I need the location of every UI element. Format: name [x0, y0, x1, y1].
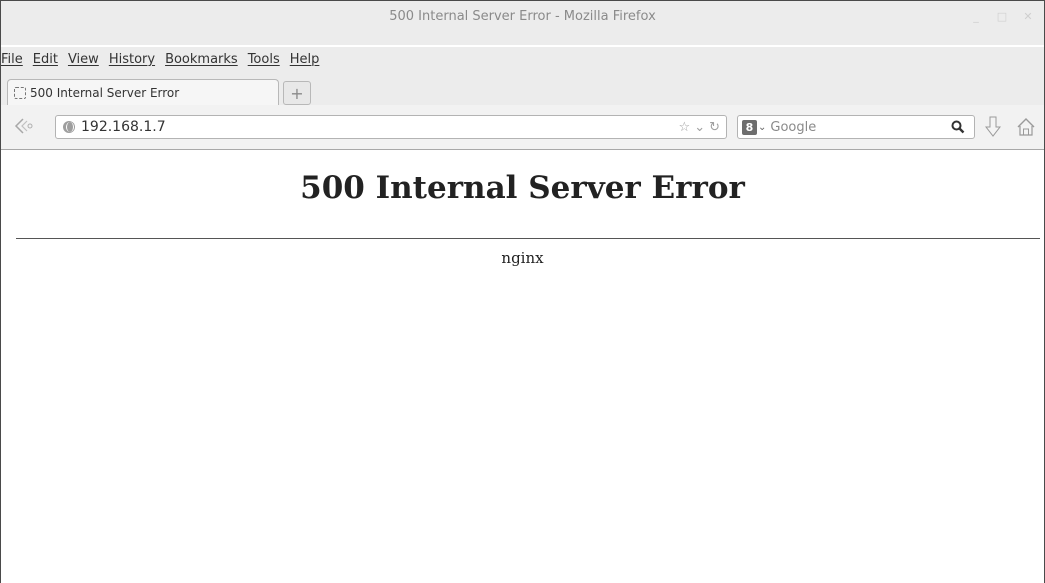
horizontal-rule [16, 238, 1040, 239]
menu-tools[interactable]: Tools [248, 52, 286, 67]
home-button[interactable] [1013, 115, 1039, 139]
minimize-button[interactable]: _ [970, 10, 982, 23]
tab-500-internal-server-error[interactable]: 500 Internal Server Error [7, 79, 279, 106]
page-title: 500 Internal Server Error [300, 170, 745, 206]
search-engine-icon[interactable]: 8 [742, 119, 757, 135]
tab-strip: 500 Internal Server Error + [1, 71, 1044, 106]
back-arrow-icon [14, 118, 33, 134]
menu-bar: File Edit View History Bookmarks Tools H… [1, 47, 1044, 71]
new-tab-button[interactable]: + [283, 81, 311, 105]
url-bar-icons: ☆ ⌄ ↻ [679, 120, 726, 135]
magnifier-icon [951, 120, 965, 134]
menu-help[interactable]: Help [290, 52, 326, 67]
server-name: nginx [501, 249, 544, 267]
close-button[interactable]: ✕ [1022, 10, 1034, 23]
downloads-button[interactable] [981, 115, 1005, 139]
plus-icon: + [290, 83, 304, 103]
title-bar: 500 Internal Server Error - Mozilla Fire… [1, 1, 1044, 45]
browser-window: 500 Internal Server Error - Mozilla Fire… [0, 0, 1045, 583]
download-arrow-icon [985, 116, 1001, 137]
blank-page-icon [14, 87, 26, 99]
bookmark-star-icon[interactable]: ☆ [679, 120, 691, 135]
menu-file[interactable]: File [1, 52, 29, 67]
menu-bookmarks[interactable]: Bookmarks [165, 52, 244, 67]
menu-view[interactable]: View [68, 52, 105, 67]
back-button[interactable] [7, 115, 41, 137]
tab-label: 500 Internal Server Error [30, 86, 180, 100]
search-bar[interactable]: 8 ⌄ Google [737, 115, 975, 139]
url-bar[interactable]: 192.168.1.7 ☆ ⌄ ↻ [55, 115, 727, 139]
menu-history[interactable]: History [109, 52, 161, 67]
url-input[interactable]: 192.168.1.7 [81, 119, 679, 135]
home-icon [1017, 118, 1035, 136]
chevron-down-icon[interactable]: ⌄ [758, 122, 766, 133]
window-controls: _ □ ✕ [970, 10, 1034, 23]
chevron-down-icon[interactable]: ⌄ [694, 120, 705, 135]
reload-icon[interactable]: ↻ [709, 120, 720, 135]
navigation-bar: 192.168.1.7 ☆ ⌄ ↻ 8 ⌄ Google [1, 105, 1044, 150]
search-button[interactable] [950, 119, 966, 135]
menu-edit[interactable]: Edit [33, 52, 64, 67]
globe-icon [63, 121, 75, 133]
window-title: 500 Internal Server Error - Mozilla Fire… [389, 9, 656, 24]
maximize-button[interactable]: □ [996, 10, 1008, 23]
page-content: 500 Internal Server Error nginx [1, 150, 1044, 583]
search-input[interactable]: Google [770, 120, 950, 135]
